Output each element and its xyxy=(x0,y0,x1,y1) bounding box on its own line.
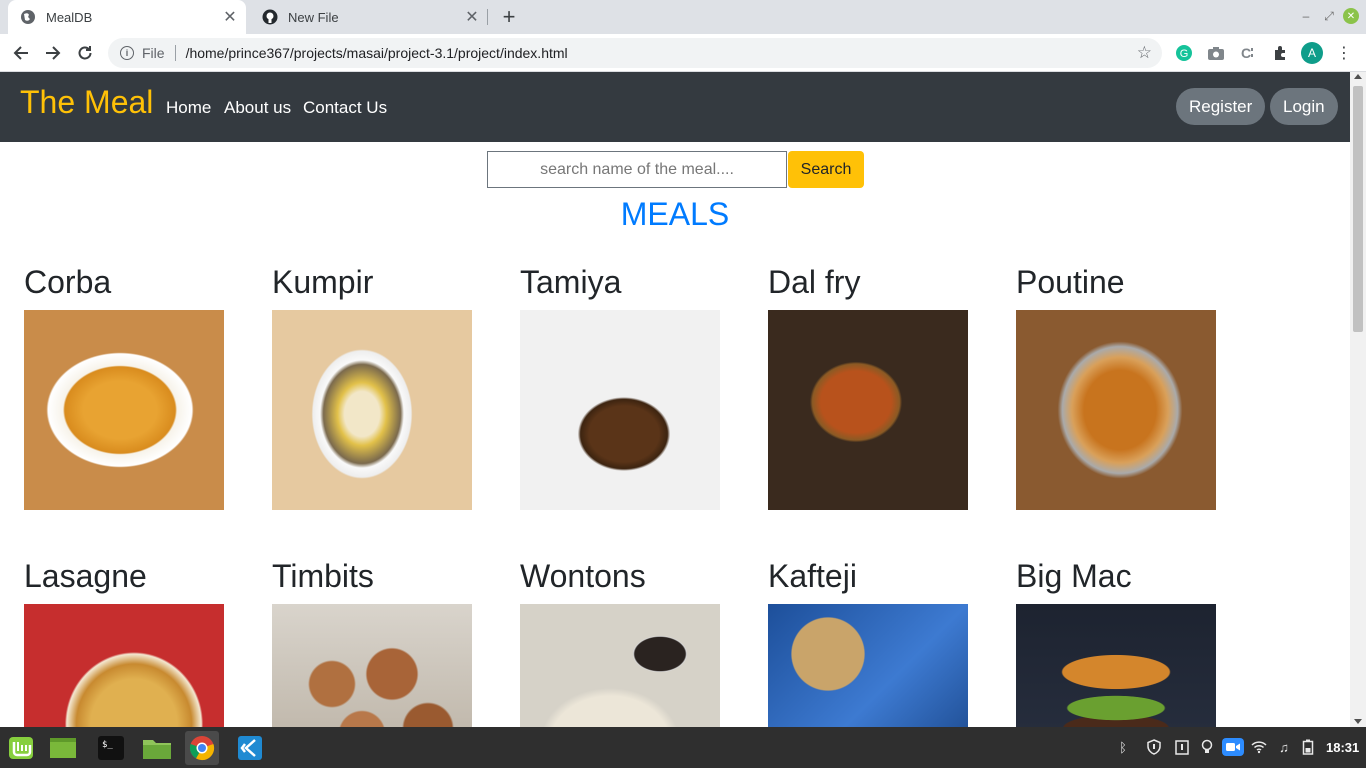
page-viewport: The Meal Home About us Contact Us Regist… xyxy=(0,72,1350,727)
menu-dots-icon[interactable]: ⋮ xyxy=(1334,43,1354,63)
bulb-icon[interactable] xyxy=(1198,738,1216,756)
meal-photo[interactable] xyxy=(272,310,472,510)
tab-title: New File xyxy=(288,9,339,25)
meal-card[interactable]: Dal fry xyxy=(768,266,968,510)
camera-icon[interactable] xyxy=(1206,43,1226,63)
meal-name: Kumpir xyxy=(272,264,374,300)
meal-photo[interactable] xyxy=(768,310,968,510)
restore-icon[interactable]: ⤢ xyxy=(1321,8,1337,24)
login-button[interactable]: Login xyxy=(1270,88,1338,125)
meal-card[interactable]: Tamiya xyxy=(520,266,720,510)
close-window-icon[interactable]: ✕ xyxy=(1343,8,1359,24)
meal-card[interactable]: Wontons xyxy=(520,560,720,727)
meal-photo[interactable] xyxy=(1016,604,1216,727)
chrome-icon[interactable] xyxy=(185,731,219,765)
site-navbar: The Meal Home About us Contact Us Regist… xyxy=(0,72,1350,142)
meal-name: Wontons xyxy=(520,558,646,594)
meal-name: Tamiya xyxy=(520,264,622,300)
nav-contact[interactable]: Contact Us xyxy=(303,98,387,118)
meal-card[interactable]: Big Mac xyxy=(1016,560,1216,727)
meal-name: Corba xyxy=(24,264,112,300)
forward-icon[interactable] xyxy=(40,40,66,66)
url-text[interactable]: /home/prince367/projects/masai/project-3… xyxy=(186,45,1137,61)
site-brand[interactable]: The Meal xyxy=(20,84,153,121)
tab-divider xyxy=(487,9,488,25)
shield-icon[interactable] xyxy=(1145,738,1163,756)
svg-text:$_: $_ xyxy=(102,740,113,750)
meal-card[interactable]: Poutine xyxy=(1016,266,1216,510)
files-icon[interactable] xyxy=(140,731,174,765)
meal-card[interactable]: Kumpir xyxy=(272,266,472,510)
puzzle-icon[interactable] xyxy=(1270,43,1290,63)
meal-name: Dal fry xyxy=(768,264,861,300)
page-scrollbar[interactable] xyxy=(1350,72,1366,727)
meal-card[interactable]: Timbits xyxy=(272,560,472,727)
github-icon xyxy=(262,9,278,25)
meal-name: Timbits xyxy=(272,558,374,594)
register-button[interactable]: Register xyxy=(1176,88,1266,125)
url-scheme: File xyxy=(142,45,165,61)
close-tab-icon[interactable]: ✕ xyxy=(462,7,482,27)
music-icon[interactable]: ♫ xyxy=(1275,738,1293,756)
meal-photo[interactable] xyxy=(272,604,472,727)
new-tab-button[interactable]: + xyxy=(496,4,522,29)
meal-photo[interactable] xyxy=(768,604,968,727)
browser-toolbar: i File /home/prince367/projects/masai/pr… xyxy=(0,34,1366,72)
terminal-icon[interactable]: $_ xyxy=(94,731,128,765)
search-input[interactable] xyxy=(487,151,787,188)
meal-card[interactable]: Kafteji xyxy=(768,560,968,727)
nav-home[interactable]: Home xyxy=(166,98,211,118)
meals-heading: MEALS xyxy=(620,196,730,232)
clipboard-icon[interactable] xyxy=(1173,738,1191,756)
meal-photo[interactable] xyxy=(24,310,224,510)
search-row: Search xyxy=(487,151,864,188)
wifi-icon[interactable] xyxy=(1250,738,1268,756)
globe-icon xyxy=(20,9,36,25)
info-icon[interactable]: i xyxy=(120,46,134,60)
scroll-up-icon[interactable] xyxy=(1354,74,1362,79)
meal-card[interactable]: Corba xyxy=(24,266,224,510)
meal-photo[interactable] xyxy=(520,310,720,510)
grammarly-icon[interactable]: G xyxy=(1174,43,1194,63)
meal-card[interactable]: Lasagne xyxy=(24,560,224,727)
code-icon[interactable]: C xyxy=(1238,43,1258,63)
profile-avatar[interactable]: A xyxy=(1301,42,1323,64)
nav-about[interactable]: About us xyxy=(224,98,291,118)
reload-icon[interactable] xyxy=(72,40,98,66)
close-tab-icon[interactable]: ✕ xyxy=(220,7,240,27)
bluetooth-icon[interactable]: ᛒ xyxy=(1114,738,1132,756)
browser-tab-strip: MealDB ✕ New File ✕ + – ⤢ ✕ xyxy=(0,0,1366,34)
vscode-icon[interactable] xyxy=(233,731,267,765)
scrollbar-thumb[interactable] xyxy=(1353,86,1363,332)
scroll-down-icon[interactable] xyxy=(1354,719,1362,724)
divider xyxy=(174,45,176,61)
mint-menu-icon[interactable] xyxy=(4,731,38,765)
meal-name: Big Mac xyxy=(1016,558,1132,594)
zoom-icon[interactable] xyxy=(1222,738,1244,756)
meal-photo[interactable] xyxy=(1016,310,1216,510)
meal-name: Lasagne xyxy=(24,558,147,594)
battery-icon[interactable] xyxy=(1299,738,1317,756)
bookmark-star-icon[interactable]: ☆ xyxy=(1137,43,1152,63)
address-bar[interactable]: i File /home/prince367/projects/masai/pr… xyxy=(108,38,1162,68)
tab-mealdb[interactable]: MealDB ✕ xyxy=(8,0,246,34)
show-desktop-icon[interactable] xyxy=(46,731,80,765)
meal-name: Poutine xyxy=(1016,264,1125,300)
svg-text:G: G xyxy=(1180,48,1189,60)
tab-new-file[interactable]: New File ✕ xyxy=(250,0,488,34)
search-button[interactable]: Search xyxy=(788,151,864,188)
meal-photo[interactable] xyxy=(520,604,720,727)
taskbar-clock[interactable]: 18:31 xyxy=(1326,740,1359,755)
meal-name: Kafteji xyxy=(768,558,857,594)
meal-photo[interactable] xyxy=(24,604,224,727)
tab-title: MealDB xyxy=(46,9,93,25)
svg-text:C: C xyxy=(1241,45,1251,61)
minimize-icon[interactable]: – xyxy=(1298,8,1314,24)
back-icon[interactable] xyxy=(8,40,34,66)
os-taskbar: $_ ᛒ ♫ 18:31 xyxy=(0,727,1366,768)
